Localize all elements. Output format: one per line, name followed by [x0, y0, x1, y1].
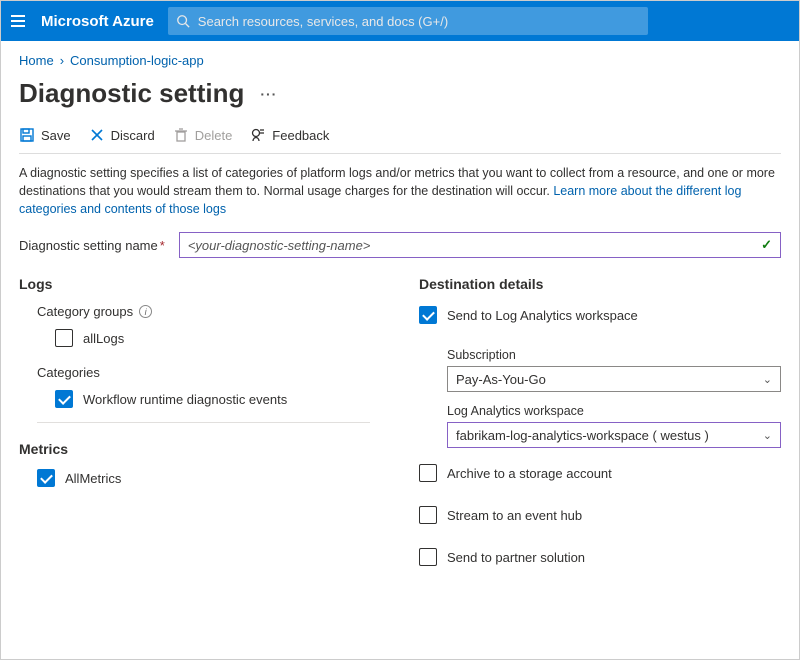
required-indicator: *: [160, 238, 165, 253]
more-actions-button[interactable]: ···: [256, 86, 281, 102]
page-title: Diagnostic setting: [19, 78, 244, 109]
dest-eventhub-checkbox[interactable]: [419, 506, 437, 524]
menu-icon[interactable]: [9, 11, 27, 31]
subscription-label: Subscription: [447, 348, 781, 362]
dest-log-analytics-row[interactable]: Send to Log Analytics workspace: [419, 306, 781, 324]
feedback-icon: [250, 127, 266, 143]
alllogs-row[interactable]: allLogs: [37, 329, 399, 347]
trash-icon: [173, 127, 189, 143]
top-navbar: Microsoft Azure Search resources, servic…: [1, 1, 799, 41]
allmetrics-row[interactable]: AllMetrics: [19, 469, 399, 487]
chevron-down-icon: ⌄: [763, 429, 772, 442]
chevron-down-icon: ⌄: [763, 373, 772, 386]
breadcrumb-resource[interactable]: Consumption-logic-app: [70, 53, 204, 68]
dest-partner-row[interactable]: Send to partner solution: [419, 548, 781, 566]
workspace-label: Log Analytics workspace: [447, 404, 781, 418]
save-button[interactable]: Save: [19, 127, 71, 143]
logs-heading: Logs: [19, 276, 399, 292]
feedback-button[interactable]: Feedback: [250, 127, 329, 143]
check-icon: ✓: [761, 237, 772, 253]
info-icon[interactable]: i: [139, 305, 152, 318]
dest-storage-checkbox[interactable]: [419, 464, 437, 482]
subscription-select[interactable]: Pay-As-You-Go ⌄: [447, 366, 781, 392]
categories-label: Categories: [37, 365, 399, 380]
brand-label: Microsoft Azure: [41, 13, 154, 30]
command-bar: Save Discard Delete Feedback: [19, 127, 781, 154]
global-search[interactable]: Search resources, services, and docs (G+…: [168, 7, 648, 35]
search-icon: [176, 14, 190, 28]
dest-log-analytics-checkbox[interactable]: [419, 306, 437, 324]
discard-button[interactable]: Discard: [89, 127, 155, 143]
search-placeholder: Search resources, services, and docs (G+…: [198, 14, 448, 29]
close-icon: [89, 127, 105, 143]
metrics-heading: Metrics: [19, 441, 399, 457]
dest-storage-row[interactable]: Archive to a storage account: [419, 464, 781, 482]
workflow-events-checkbox[interactable]: [55, 390, 73, 408]
destination-heading: Destination details: [419, 276, 781, 292]
workflow-events-row[interactable]: Workflow runtime diagnostic events: [37, 390, 399, 408]
dest-eventhub-row[interactable]: Stream to an event hub: [419, 506, 781, 524]
save-icon: [19, 127, 35, 143]
description-text: A diagnostic setting specifies a list of…: [19, 164, 781, 218]
chevron-right-icon: ›: [60, 53, 64, 68]
page-title-row: Diagnostic setting ···: [19, 78, 781, 109]
setting-name-label: Diagnostic setting name*: [19, 238, 165, 253]
divider: [37, 422, 370, 423]
dest-partner-checkbox[interactable]: [419, 548, 437, 566]
alllogs-checkbox[interactable]: [55, 329, 73, 347]
delete-button: Delete: [173, 127, 233, 143]
setting-name-input[interactable]: <your-diagnostic-setting-name> ✓: [179, 232, 781, 258]
breadcrumb: Home › Consumption-logic-app: [19, 53, 781, 68]
category-groups-label: Category groups i: [37, 304, 399, 319]
workspace-select[interactable]: fabrikam-log-analytics-workspace ( westu…: [447, 422, 781, 448]
setting-name-row: Diagnostic setting name* <your-diagnosti…: [19, 232, 781, 258]
allmetrics-checkbox[interactable]: [37, 469, 55, 487]
breadcrumb-home[interactable]: Home: [19, 53, 54, 68]
